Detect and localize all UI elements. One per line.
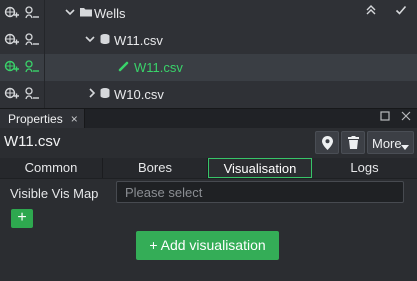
tab-properties-label: Properties <box>8 112 63 126</box>
toggle-visibility-icon[interactable] <box>4 60 20 74</box>
database-icon <box>99 87 115 101</box>
properties-title-row: W11.csv More <box>0 128 417 156</box>
toggle-visibility-icon[interactable] <box>4 33 20 47</box>
close-icon[interactable]: × <box>71 112 78 126</box>
check-icon[interactable] <box>395 4 407 19</box>
tree-label-w10: W10.csv <box>114 87 164 102</box>
toggle-visibility-icon[interactable] <box>4 87 20 101</box>
folder-icon <box>79 6 95 20</box>
tab-bores[interactable]: Bores <box>103 158 208 178</box>
chevron-right-icon[interactable] <box>86 87 98 101</box>
chevron-down-icon[interactable] <box>64 6 76 20</box>
tab-visualisation[interactable]: Visualisation <box>208 158 312 178</box>
tab-common[interactable]: Common <box>0 158 103 178</box>
tree-label-w11-db: W11.csv <box>114 33 163 48</box>
chevron-down-icon[interactable] <box>84 33 96 47</box>
properties-tabs: Common Bores Visualisation Logs <box>0 158 417 179</box>
properties-panel-header: Properties × <box>0 108 417 129</box>
tree-row-w11-db[interactable]: W11.csv <box>0 27 417 54</box>
select-placeholder: Please select <box>125 185 203 200</box>
location-pin-icon <box>322 136 333 153</box>
row-icons <box>0 54 45 81</box>
tree-view: Wells W11.csv W11.csv W10.csv <box>0 0 417 108</box>
visible-vis-map-select[interactable]: Please select <box>116 181 404 203</box>
more-label: More <box>372 136 402 151</box>
visible-vis-map-label: Visible Vis Map <box>10 186 99 201</box>
tree-label-w11-selected: W11.csv <box>134 60 183 75</box>
trash-icon <box>348 136 359 152</box>
add-item-button[interactable]: + <box>11 209 33 228</box>
database-icon <box>99 33 115 47</box>
page-title: W11.csv <box>4 133 61 150</box>
more-button[interactable]: More <box>367 131 414 154</box>
locate-button[interactable] <box>315 131 339 154</box>
toggle-visibility-icon[interactable] <box>4 6 20 20</box>
well-path-icon <box>118 60 134 74</box>
select-link-icon[interactable] <box>24 87 40 101</box>
close-panel-icon[interactable] <box>401 110 411 124</box>
select-link-icon[interactable] <box>24 60 40 74</box>
tree-label-wells: Wells <box>94 6 126 21</box>
row-icons <box>0 0 45 27</box>
add-visualisation-button[interactable]: + Add visualisation <box>136 231 279 260</box>
caret-down-icon <box>401 139 409 154</box>
tree-row-w10[interactable]: W10.csv <box>0 81 417 108</box>
maximize-icon[interactable] <box>380 110 393 124</box>
tab-properties[interactable]: Properties × <box>0 109 85 129</box>
row-icons <box>0 27 45 54</box>
row-tools <box>351 4 407 19</box>
select-link-icon[interactable] <box>24 6 40 20</box>
delete-button[interactable] <box>341 131 365 154</box>
tab-logs[interactable]: Logs <box>312 158 417 178</box>
tree-row-wells[interactable]: Wells <box>0 0 417 27</box>
collapse-all-icon[interactable] <box>365 4 377 19</box>
select-link-icon[interactable] <box>24 33 40 47</box>
window-controls <box>372 110 411 124</box>
tree-row-w11-selected[interactable]: W11.csv <box>0 54 417 81</box>
row-icons <box>0 81 45 108</box>
